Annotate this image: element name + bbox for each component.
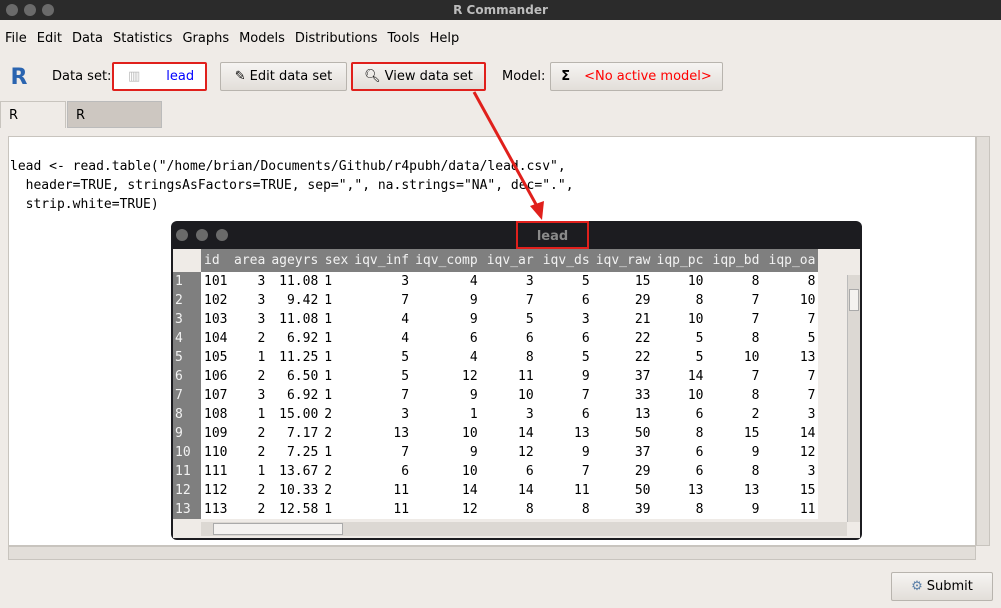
annotation-arrow	[472, 91, 544, 220]
gears-icon: ⚙	[911, 579, 923, 594]
submit-button[interactable]: ⚙ Submit	[891, 572, 993, 601]
submit-label: Submit	[926, 579, 973, 594]
